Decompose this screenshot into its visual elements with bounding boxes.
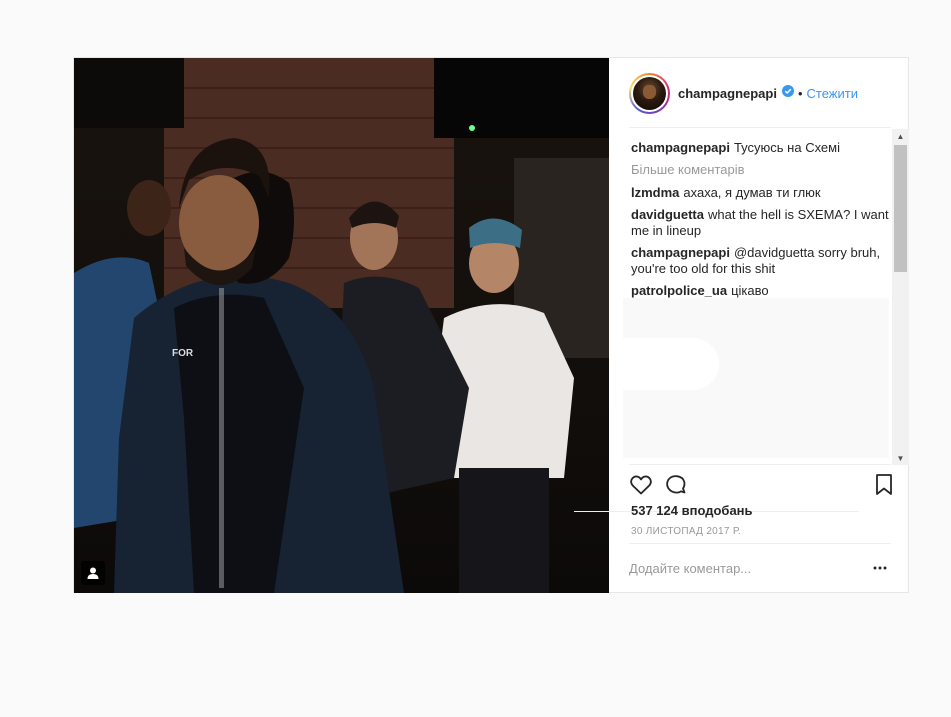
add-comment-input[interactable] bbox=[629, 556, 859, 580]
load-more-comments[interactable]: Більше коментарів bbox=[631, 162, 889, 178]
likes-count[interactable]: 537 124 вподобань bbox=[631, 503, 753, 518]
comment-bubble-icon[interactable] bbox=[664, 473, 688, 502]
caption-username[interactable]: champagnepapi bbox=[631, 140, 730, 155]
svg-text:FOR: FOR bbox=[172, 348, 194, 359]
actions-divider bbox=[629, 464, 891, 465]
comment-input-divider bbox=[629, 543, 891, 544]
scroll-thumb[interactable] bbox=[894, 145, 907, 272]
bookmark-icon[interactable] bbox=[875, 473, 893, 502]
post-header: champagnepapi • Стежити bbox=[609, 58, 909, 128]
action-bar bbox=[629, 473, 893, 503]
scroll-up-arrow-icon[interactable]: ▲ bbox=[892, 129, 909, 143]
comment-text: цікаво bbox=[731, 283, 769, 298]
post-photo-image: FOR bbox=[74, 58, 609, 593]
separator-dot: • bbox=[797, 85, 803, 101]
avatar-border bbox=[631, 74, 668, 112]
comment-username[interactable]: patrolpolice_ua bbox=[631, 283, 727, 298]
tagged-user-badge[interactable] bbox=[81, 561, 105, 585]
comment-item: patrolpolice_ua цікаво bbox=[631, 283, 889, 299]
tagged-user-icon bbox=[87, 567, 99, 579]
comment-item: lzmdma ахаха, я думав ти глюк bbox=[631, 185, 889, 201]
comment-item: champagnepapi @davidguetta sorry bruh, yo… bbox=[631, 245, 889, 277]
comment-item: davidguetta what the hell is SXEMA? I wan… bbox=[631, 207, 889, 239]
heart-icon[interactable] bbox=[629, 473, 653, 502]
post-photo[interactable]: FOR bbox=[74, 58, 609, 593]
header-username[interactable]: champagnepapi bbox=[678, 86, 777, 101]
comment-username[interactable]: lzmdma bbox=[631, 185, 679, 200]
more-options-icon[interactable] bbox=[873, 561, 887, 575]
header-divider bbox=[629, 127, 891, 128]
story-avatar[interactable] bbox=[629, 72, 670, 114]
post-date[interactable]: 30 листопад 2017 р. bbox=[631, 526, 741, 537]
scroll-down-arrow-icon[interactable]: ▼ bbox=[892, 451, 909, 465]
comments-scrollbar[interactable]: ▲ ▼ bbox=[892, 129, 909, 465]
comment-username[interactable]: davidguetta bbox=[631, 207, 704, 222]
avatar bbox=[633, 76, 666, 110]
instagram-post: FOR champagnepapi • Стежити champagnepap… bbox=[73, 57, 909, 593]
follow-button[interactable]: Стежити bbox=[807, 86, 858, 101]
comment-text: ахаха, я думав ти глюк bbox=[683, 185, 821, 200]
verified-badge-icon bbox=[781, 84, 794, 102]
comment-username[interactable]: champagnepapi bbox=[631, 245, 730, 260]
comment-area-overlay bbox=[623, 338, 719, 390]
post-sidebar: champagnepapi • Стежити champagnepapi Тус… bbox=[574, 58, 909, 593]
caption-text: Тусуюсь на Схемі bbox=[733, 140, 840, 155]
caption: champagnepapi Тусуюсь на Схемі bbox=[631, 140, 889, 156]
